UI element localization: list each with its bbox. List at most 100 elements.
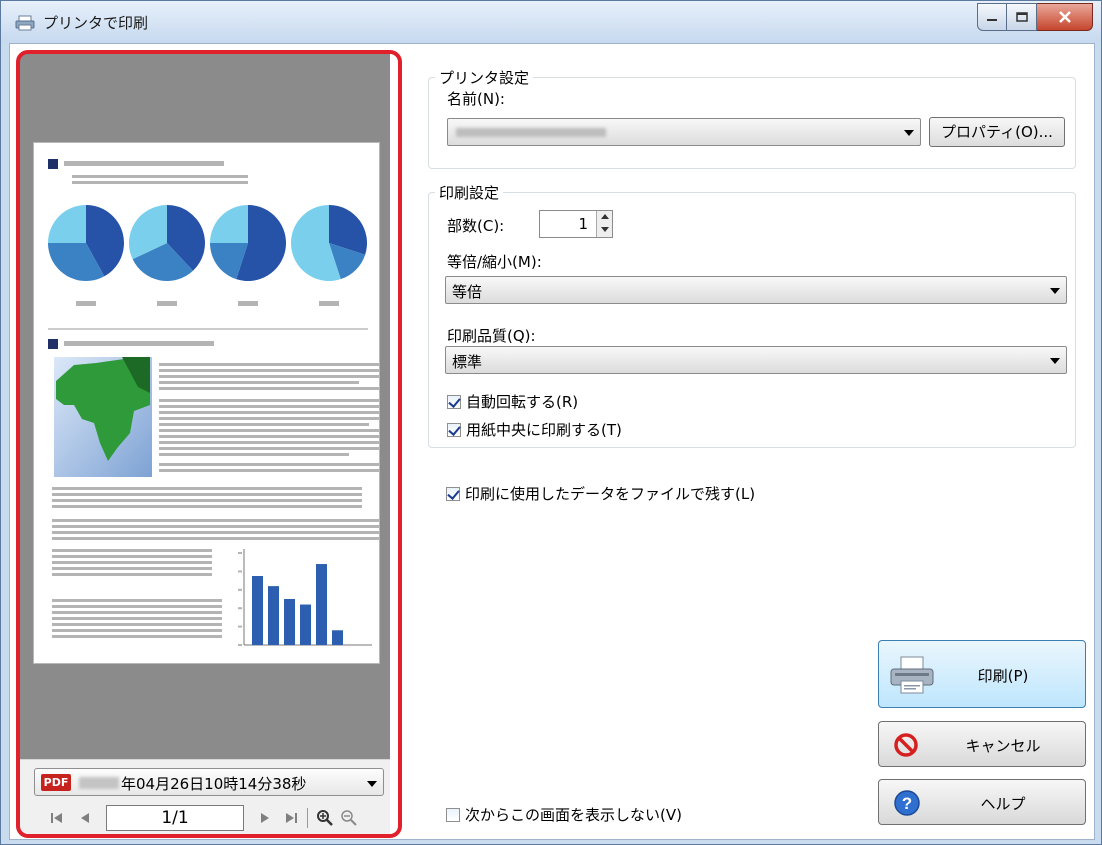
text-line bbox=[159, 463, 381, 466]
spinner-buttons[interactable] bbox=[596, 211, 612, 237]
text-line bbox=[159, 453, 349, 456]
chart-bar bbox=[316, 564, 327, 645]
printer-settings-group: プリンタ設定 名前(N): プロパティ(O)... bbox=[428, 67, 1076, 169]
checkbox-box[interactable] bbox=[446, 486, 460, 501]
first-page-icon[interactable] bbox=[48, 809, 66, 827]
pie-caption bbox=[157, 301, 177, 306]
file-name: 年04月26日10時14分38秒 bbox=[121, 775, 307, 793]
blurred-year bbox=[79, 777, 119, 789]
section-marker bbox=[48, 339, 58, 349]
text-line bbox=[159, 399, 381, 402]
text-line bbox=[52, 537, 382, 540]
page-number-input[interactable]: 1/1 bbox=[106, 805, 244, 831]
printer-app-icon bbox=[15, 15, 35, 31]
text-line bbox=[159, 429, 381, 432]
preview-page bbox=[33, 142, 382, 664]
printer-settings-title: プリンタ設定 bbox=[435, 67, 534, 88]
cancel-label: キャンセル bbox=[965, 737, 1041, 755]
preview-area[interactable] bbox=[20, 54, 390, 759]
pie-slice bbox=[48, 205, 86, 243]
auto-rotate-checkbox[interactable]: 自動回転する(R) bbox=[447, 391, 578, 412]
blurred-printer-name bbox=[456, 128, 606, 137]
printer-name-select[interactable] bbox=[447, 118, 921, 146]
window-title: プリンタで印刷 bbox=[43, 14, 149, 32]
chart-bar bbox=[268, 586, 279, 645]
prohibit-icon bbox=[894, 733, 918, 757]
text-line bbox=[52, 629, 222, 632]
text-line bbox=[52, 611, 222, 614]
file-select[interactable]: PDF 年04月26日10時14分38秒 bbox=[34, 768, 384, 796]
next-page-icon[interactable] bbox=[256, 809, 274, 827]
text-line bbox=[159, 405, 381, 408]
checkbox-box[interactable] bbox=[447, 422, 461, 437]
maximize-button[interactable] bbox=[1007, 3, 1037, 31]
properties-button[interactable]: プロパティ(O)... bbox=[929, 117, 1065, 147]
pie-caption bbox=[76, 301, 96, 306]
copies-value: 1 bbox=[578, 215, 588, 233]
scale-value: 等倍 bbox=[452, 283, 483, 301]
chart-tick bbox=[238, 644, 242, 646]
text-line bbox=[159, 435, 381, 438]
minimize-button[interactable] bbox=[977, 3, 1007, 31]
keep-data-label: 印刷に使用したデータをファイルで残す(L) bbox=[465, 485, 756, 503]
text-line bbox=[159, 469, 381, 472]
prev-page-icon[interactable] bbox=[76, 809, 94, 827]
checkbox-box[interactable] bbox=[447, 394, 461, 409]
printer-name-label: 名前(N): bbox=[447, 90, 505, 108]
text-line bbox=[159, 363, 381, 366]
cancel-button[interactable]: キャンセル bbox=[878, 721, 1086, 767]
scale-label: 等倍/縮小(M): bbox=[447, 253, 542, 271]
zoom-out-icon[interactable] bbox=[340, 809, 358, 827]
section-marker bbox=[48, 159, 58, 169]
help-icon: ? bbox=[894, 790, 920, 816]
dont-show-checkbox[interactable]: 次からこの画面を表示しない(V) bbox=[446, 804, 682, 825]
preview-panel: PDF 年04月26日10時14分38秒 1/1 bbox=[20, 54, 390, 836]
close-button[interactable] bbox=[1037, 3, 1093, 31]
text-line bbox=[52, 487, 362, 490]
dont-show-label: 次からこの画面を表示しない(V) bbox=[465, 806, 682, 824]
chevron-down-icon bbox=[1050, 288, 1060, 294]
chart-bar bbox=[284, 599, 295, 645]
maximize-icon bbox=[1015, 12, 1028, 22]
quality-select[interactable]: 標準 bbox=[445, 346, 1067, 374]
text-line bbox=[52, 623, 222, 626]
chart-tick bbox=[238, 625, 242, 628]
last-page-icon[interactable] bbox=[282, 809, 300, 827]
pdf-icon: PDF bbox=[41, 774, 71, 791]
pie-caption bbox=[319, 301, 339, 306]
quality-value: 標準 bbox=[452, 353, 483, 371]
zoom-in-icon[interactable] bbox=[316, 809, 334, 827]
chart-tick bbox=[238, 570, 242, 573]
text-line bbox=[159, 417, 381, 420]
spin-down-icon[interactable] bbox=[601, 227, 609, 232]
checkbox-box[interactable] bbox=[446, 807, 460, 822]
text-line bbox=[72, 175, 248, 178]
text-line bbox=[64, 161, 224, 166]
file-bar: PDF 年04月26日10時14分38秒 bbox=[20, 760, 390, 800]
text-line bbox=[52, 519, 382, 522]
text-line bbox=[159, 387, 381, 390]
text-line bbox=[52, 505, 362, 508]
title-bar[interactable]: プリンタで印刷 bbox=[1, 1, 1101, 43]
window-controls bbox=[977, 3, 1093, 33]
text-line bbox=[159, 411, 381, 414]
text-line bbox=[52, 573, 212, 576]
text-line bbox=[64, 341, 214, 346]
svg-text:?: ? bbox=[902, 794, 912, 813]
scale-select[interactable]: 等倍 bbox=[445, 276, 1067, 304]
help-button[interactable]: ? ヘルプ bbox=[878, 779, 1086, 825]
text-line bbox=[159, 447, 381, 450]
chart-tick bbox=[238, 588, 242, 591]
chart-tick bbox=[238, 607, 242, 610]
preview-page-content bbox=[47, 159, 382, 646]
keep-data-checkbox[interactable]: 印刷に使用したデータをファイルで残す(L) bbox=[446, 483, 755, 504]
page-nav-bar: 1/1 bbox=[20, 800, 390, 836]
quality-label: 印刷品質(Q): bbox=[447, 327, 536, 345]
text-line bbox=[52, 549, 212, 552]
copies-spinner[interactable]: 1 bbox=[539, 210, 613, 238]
center-print-checkbox[interactable]: 用紙中央に印刷する(T) bbox=[447, 419, 622, 440]
spin-up-icon[interactable] bbox=[601, 214, 609, 219]
print-button[interactable]: 印刷(P) bbox=[878, 640, 1086, 708]
text-line bbox=[52, 525, 382, 528]
auto-rotate-label: 自動回転する(R) bbox=[466, 393, 579, 411]
